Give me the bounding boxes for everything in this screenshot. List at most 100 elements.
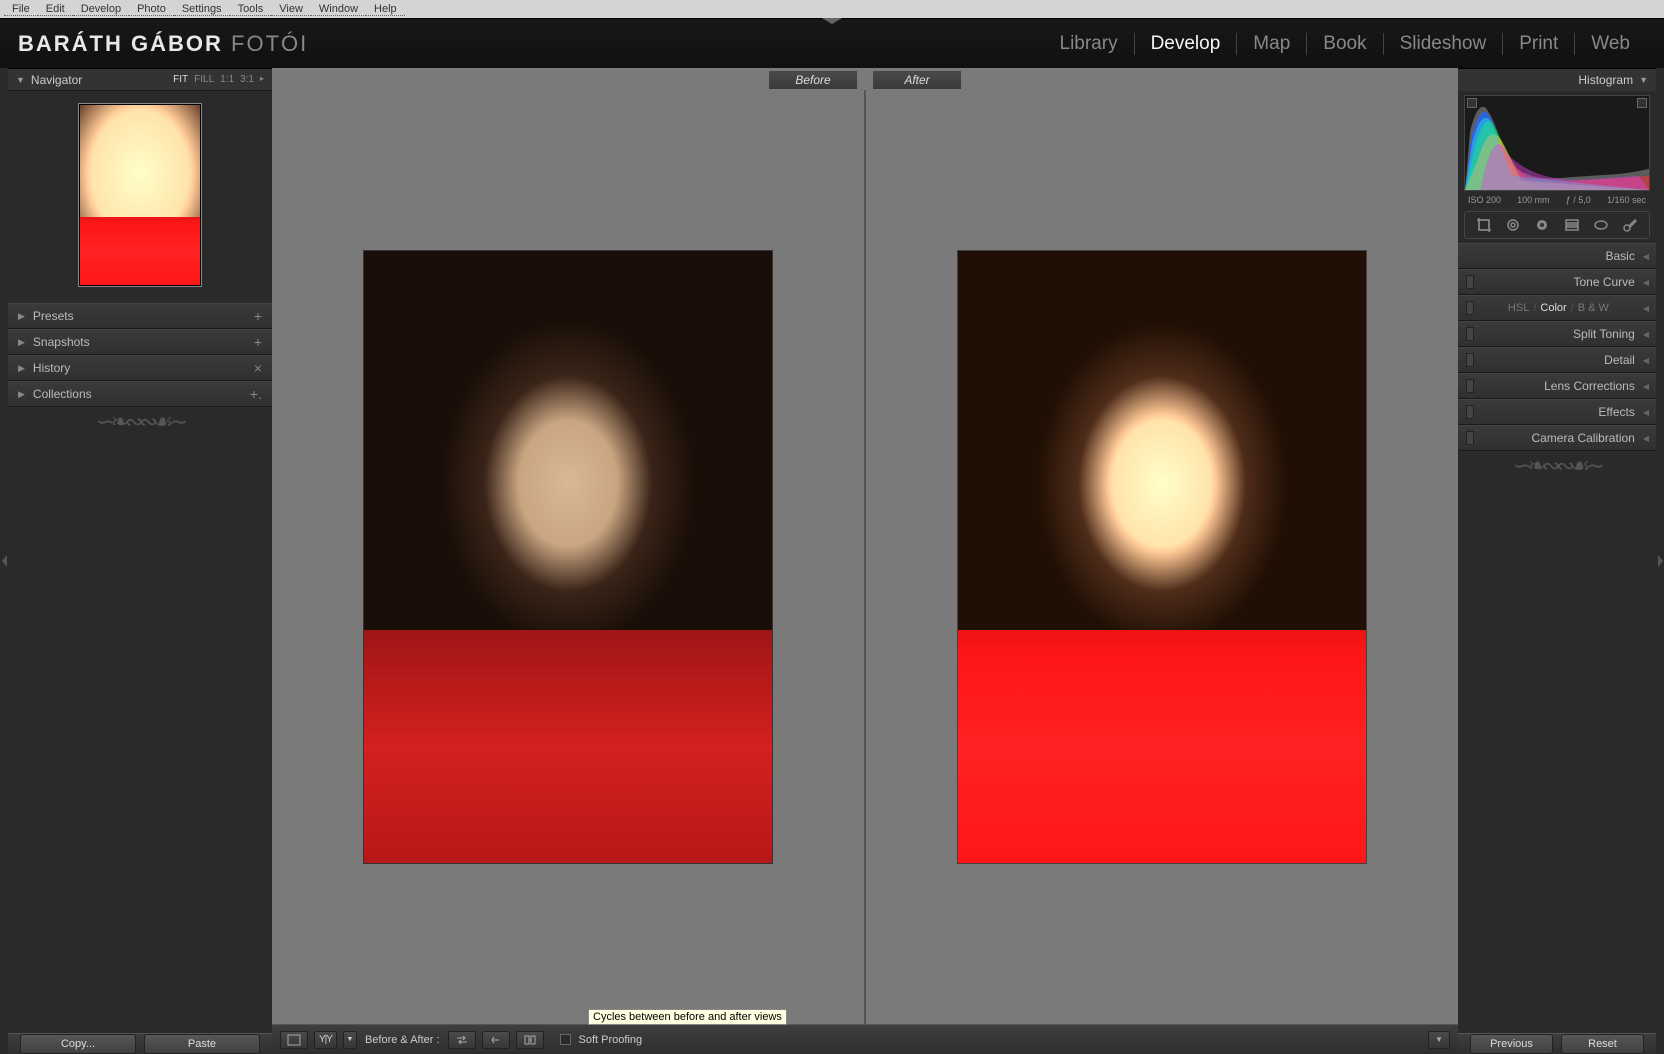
subtab-hsl[interactable]: HSL: [1508, 302, 1529, 314]
section-action-icon[interactable]: +: [254, 308, 262, 324]
shadow-clip-indicator[interactable]: [1467, 98, 1477, 108]
soft-proofing-label: Soft Proofing: [577, 1034, 645, 1046]
menu-file[interactable]: File: [4, 3, 38, 16]
main-area: ▼ Navigator FITFILL1:13:1▸ ▶Presets+▶Sna…: [0, 68, 1664, 1054]
app-menubar: FileEditDevelopPhotoSettingsToolsViewWin…: [0, 0, 1664, 18]
panel-switch[interactable]: [1466, 327, 1474, 341]
zoom-more-icon[interactable]: ▸: [260, 74, 264, 85]
before-pane[interactable]: [272, 90, 864, 1024]
menu-photo[interactable]: Photo: [129, 3, 174, 16]
toolbar-options-dropdown[interactable]: ▼: [1428, 1031, 1450, 1049]
zoom-1to1[interactable]: 1:1: [220, 74, 234, 85]
copy-before-to-after-button[interactable]: [482, 1031, 510, 1049]
panel-switch[interactable]: [1466, 431, 1474, 445]
panel-label: Detail: [1604, 353, 1635, 367]
filmstrip-toggle-top[interactable]: [822, 18, 842, 24]
redeye-tool[interactable]: [1531, 215, 1553, 235]
menu-window[interactable]: Window: [311, 3, 366, 16]
module-print[interactable]: Print: [1503, 19, 1574, 69]
swap-before-after-button[interactable]: [448, 1031, 476, 1049]
section-label: History: [33, 361, 70, 375]
menu-develop[interactable]: Develop: [73, 3, 129, 16]
section-action-icon[interactable]: +.: [250, 386, 262, 402]
section-action-icon[interactable]: +: [254, 334, 262, 350]
zoom-fill[interactable]: FILL: [194, 74, 214, 85]
subtab-bw[interactable]: B & W: [1578, 302, 1609, 314]
menu-help[interactable]: Help: [366, 3, 405, 16]
spot-removal-tool[interactable]: [1502, 215, 1524, 235]
compare-header: Before After: [272, 68, 1458, 90]
panel-collapse-icon: ◀: [1643, 304, 1648, 313]
left-panel-grip[interactable]: [0, 68, 8, 1054]
panel-switch[interactable]: [1466, 405, 1474, 419]
menu-tools[interactable]: Tools: [230, 3, 272, 16]
chevron-right-icon: ▶: [18, 311, 25, 322]
navigator-header[interactable]: ▼ Navigator FITFILL1:13:1▸: [8, 69, 272, 91]
module-map[interactable]: Map: [1237, 19, 1306, 69]
histogram-header[interactable]: Histogram ▼: [1458, 69, 1656, 91]
navigator-zoom-levels: FIT FILL 1:1 3:1 ▸: [173, 74, 264, 85]
soft-proofing-checkbox[interactable]: [560, 1034, 571, 1045]
histogram-display[interactable]: [1464, 95, 1650, 191]
radial-filter-tool[interactable]: [1590, 215, 1612, 235]
right-panel-grip[interactable]: [1656, 68, 1664, 1054]
module-web[interactable]: Web: [1575, 19, 1646, 69]
panel-camera-calibration[interactable]: Camera Calibration◀: [1458, 425, 1656, 451]
navigator-thumbnail[interactable]: [78, 103, 202, 287]
panel-label: Camera Calibration: [1531, 431, 1634, 445]
navigator-body: [8, 91, 272, 303]
paste-button[interactable]: Paste: [144, 1034, 260, 1054]
panel-lens-corrections[interactable]: Lens Corrections◀: [1458, 373, 1656, 399]
section-snapshots[interactable]: ▶Snapshots+: [8, 329, 272, 355]
left-bottom-buttons: Copy... Paste: [8, 1033, 272, 1054]
zoom-fit[interactable]: FIT: [173, 74, 188, 85]
reset-button[interactable]: Reset: [1561, 1034, 1644, 1054]
previous-button[interactable]: Previous: [1470, 1034, 1553, 1054]
module-slideshow[interactable]: Slideshow: [1384, 19, 1503, 69]
before-image: [363, 250, 773, 864]
module-book[interactable]: Book: [1307, 19, 1382, 69]
section-action-icon[interactable]: ×: [254, 360, 262, 376]
module-develop[interactable]: Develop: [1135, 19, 1237, 69]
panel-label: Lens Corrections: [1544, 379, 1635, 393]
panel-color[interactable]: HSL/Color/B & W◀: [1458, 295, 1656, 321]
section-label: Snapshots: [33, 335, 90, 349]
highlight-clip-indicator[interactable]: [1637, 98, 1647, 108]
panel-basic[interactable]: Basic◀: [1458, 243, 1656, 269]
panel-switch[interactable]: [1466, 353, 1474, 367]
zoom-3to1[interactable]: 3:1: [240, 74, 254, 85]
graduated-filter-tool[interactable]: [1561, 215, 1583, 235]
panel-detail[interactable]: Detail◀: [1458, 347, 1656, 373]
identity-plate[interactable]: BARÁTH GÁBOR FOTÓI: [18, 31, 308, 57]
chevron-right-icon: ▶: [18, 363, 25, 374]
section-collections[interactable]: ▶Collections+.: [8, 381, 272, 407]
section-presets[interactable]: ▶Presets+: [8, 303, 272, 329]
panel-switch[interactable]: [1466, 275, 1474, 289]
panel-tone-curve[interactable]: Tone Curve◀: [1458, 269, 1656, 295]
section-label: Collections: [33, 387, 92, 401]
brand-light: FOTÓI: [231, 31, 308, 56]
before-after-mode-dropdown[interactable]: ▼: [343, 1031, 357, 1049]
panel-effects[interactable]: Effects◀: [1458, 399, 1656, 425]
panel-collapse-icon: ◀: [1643, 252, 1648, 261]
panel-switch[interactable]: [1466, 379, 1474, 393]
menu-view[interactable]: View: [271, 3, 311, 16]
module-library[interactable]: Library: [1044, 19, 1134, 69]
subtab-color[interactable]: Color: [1540, 302, 1566, 314]
before-after-view-button[interactable]: Y|Y: [314, 1031, 337, 1049]
copy-after-to-before-button[interactable]: [516, 1031, 544, 1049]
after-pane[interactable]: [866, 90, 1458, 1024]
adjustment-brush-tool[interactable]: [1619, 215, 1641, 235]
section-history[interactable]: ▶ History ×: [8, 355, 272, 381]
crop-tool[interactable]: [1473, 215, 1495, 235]
menu-edit[interactable]: Edit: [38, 3, 73, 16]
module-header: BARÁTH GÁBOR FOTÓI LibraryDevelopMapBook…: [0, 18, 1664, 68]
panel-end-ornament: ∽❧∾∾☙∼: [1458, 451, 1656, 481]
copy-button[interactable]: Copy...: [20, 1034, 136, 1054]
panel-split-toning[interactable]: Split Toning◀: [1458, 321, 1656, 347]
navigator-title: Navigator: [31, 73, 82, 87]
menu-settings[interactable]: Settings: [174, 3, 230, 16]
panel-switch[interactable]: [1466, 301, 1474, 315]
loupe-view-button[interactable]: [280, 1031, 308, 1049]
panel-collapse-icon: ◀: [1643, 278, 1648, 287]
